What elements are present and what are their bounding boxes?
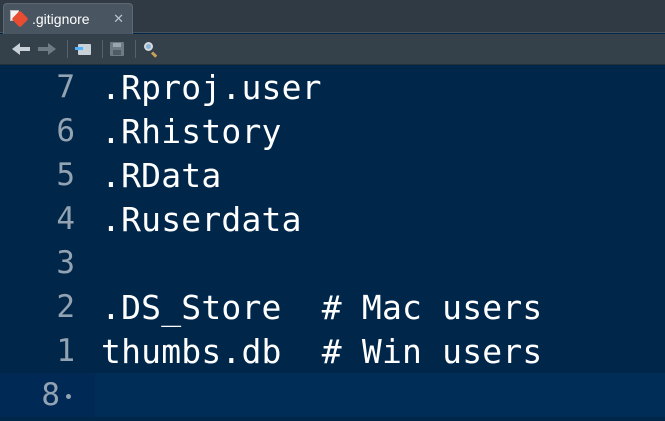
tab-bar: .gitignore ✕ — [0, 0, 665, 34]
toolbar-separator — [67, 40, 68, 58]
search-button[interactable] — [143, 38, 159, 60]
code-line[interactable]: 3 — [0, 241, 665, 285]
line-number: 2 — [56, 289, 75, 325]
code-text: .RData — [101, 155, 222, 195]
line-number: 1 — [56, 333, 75, 369]
tab-gitignore[interactable]: .gitignore ✕ — [3, 3, 133, 34]
git-file-icon — [10, 10, 29, 28]
code-line[interactable]: 2 .DS_Store # Mac users — [0, 285, 665, 329]
code-text: .Rhistory — [101, 111, 282, 151]
forward-arrow-icon — [36, 42, 56, 56]
line-number: 3 — [56, 245, 75, 281]
code-line[interactable]: 1 thumbs.db # Win users — [0, 329, 665, 373]
code-editor[interactable]: 7 .Rproj.user 6 .Rhistory 5 .RData 4 .Ru… — [0, 65, 665, 421]
line-number: 4 — [56, 201, 75, 237]
code-line[interactable]: 7 .Rproj.user — [0, 65, 665, 109]
close-icon[interactable]: ✕ — [113, 13, 124, 26]
line-number: 5 — [56, 157, 75, 193]
line-number: 7 — [56, 69, 75, 105]
code-text: thumbs.db # Win users — [101, 331, 543, 371]
save-button[interactable] — [110, 38, 124, 60]
code-text: .DS_Store # Mac users — [101, 287, 543, 327]
code-text: .Ruserdata — [101, 199, 302, 239]
forward-button[interactable] — [36, 38, 56, 60]
back-button[interactable] — [12, 38, 32, 60]
line-number: 8 — [0, 377, 93, 413]
code-line[interactable]: 6 .Rhistory — [0, 109, 665, 153]
fold-marker-icon — [66, 394, 71, 399]
active-line-highlight — [95, 373, 665, 417]
editor-window: .gitignore ✕ 7 .Rproj.user 6 .Rhistory 5… — [0, 0, 665, 421]
line-number: 6 — [56, 113, 75, 149]
go-to-file-button[interactable] — [75, 38, 91, 60]
tab-label: .gitignore — [32, 11, 90, 27]
code-text: .Rproj.user — [101, 67, 322, 107]
active-code-line[interactable]: 8 — [0, 373, 665, 417]
search-icon — [143, 41, 159, 58]
code-line[interactable]: 5 .RData — [0, 153, 665, 197]
go-to-file-icon — [75, 42, 91, 56]
toolbar-separator — [135, 40, 136, 58]
save-icon — [110, 42, 124, 56]
code-line[interactable]: 4 .Ruserdata — [0, 197, 665, 241]
editor-toolbar — [0, 34, 665, 65]
back-arrow-icon — [12, 42, 32, 56]
toolbar-separator — [102, 40, 103, 58]
